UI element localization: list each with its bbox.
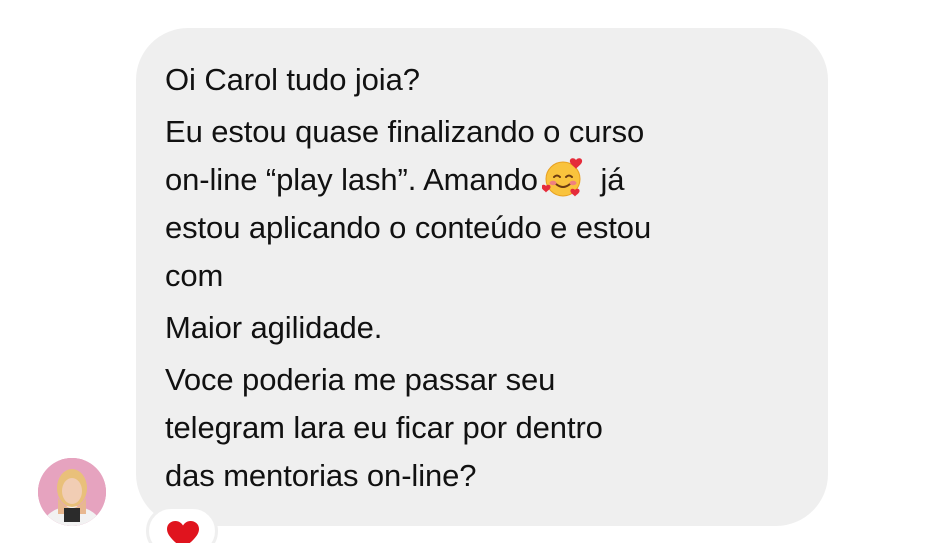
message-line: das mentorias on-line? bbox=[165, 458, 477, 493]
message-line: com bbox=[165, 258, 224, 293]
red-heart-icon bbox=[167, 521, 199, 543]
message-text: já bbox=[591, 162, 625, 197]
message-line: Oi Carol tudo joia? bbox=[165, 62, 420, 97]
message-line: estou aplicando o conteúdo e estou bbox=[165, 210, 652, 245]
message-line: Eu estou quase finalizando o curso bbox=[165, 114, 645, 149]
reaction-badge[interactable] bbox=[146, 506, 218, 543]
avatar-photo bbox=[38, 458, 106, 526]
message-line: telegram lara eu ficar por dentro bbox=[165, 410, 603, 445]
message-line: Maior agilidade. bbox=[165, 310, 383, 345]
avatar[interactable] bbox=[38, 458, 106, 526]
message-line: on-line “play lash”. Amando já bbox=[165, 156, 800, 204]
smiling-face-with-hearts-icon bbox=[541, 156, 586, 200]
message-line: Voce poderia me passar seu bbox=[165, 362, 556, 397]
message-bubble[interactable]: Oi Carol tudo joia? Eu estou quase final… bbox=[136, 28, 828, 526]
message-text: on-line “play lash”. Amando bbox=[165, 162, 538, 197]
